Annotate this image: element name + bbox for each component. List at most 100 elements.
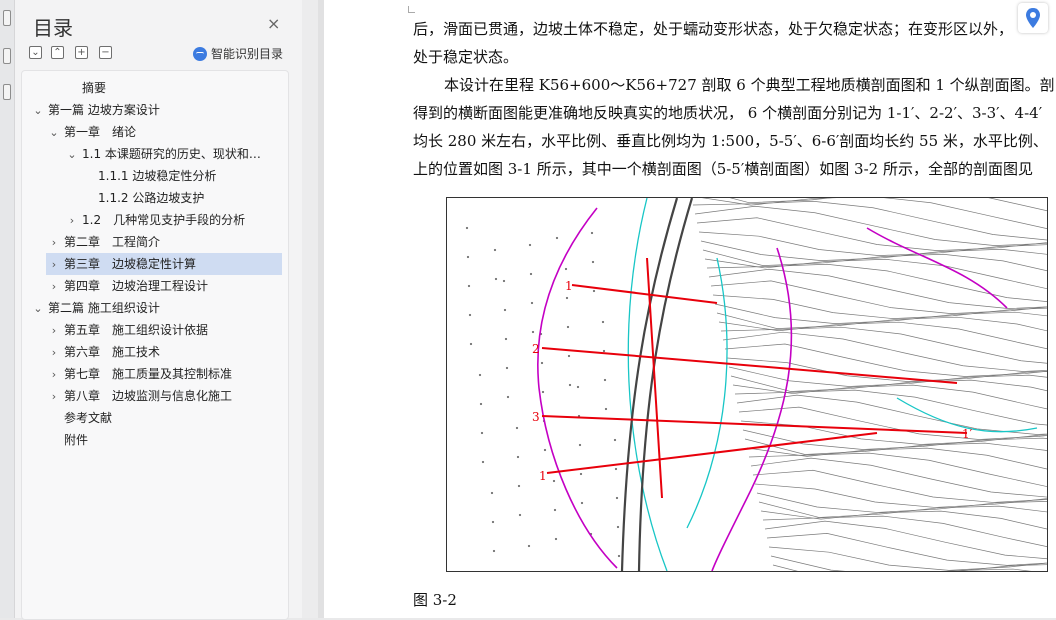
contour-line (742, 429, 1047, 450)
chevron-icon[interactable]: › (48, 386, 60, 407)
terrain-dot (616, 525, 620, 529)
terrain-dot (517, 484, 521, 488)
chevron-icon[interactable]: › (48, 276, 60, 297)
toc-item-label: 1.1 本课题研究的历史、现状和发 ... (82, 147, 272, 161)
terrain-dot (603, 378, 607, 382)
toc-item[interactable]: 1.1.2 公路边坡支护 (82, 187, 272, 209)
toc-item[interactable]: › 第七章 施工质量及其控制标准 (48, 363, 272, 385)
terrain-dot (502, 279, 506, 283)
magenta-boundary (537, 207, 1008, 571)
chevron-icon[interactable]: ⌄ (48, 122, 60, 143)
toc-scrollbar[interactable] (302, 0, 318, 618)
terrain-dot (592, 289, 596, 293)
chevron-icon[interactable]: › (48, 254, 60, 275)
collapse-all-button[interactable]: ⌄ (29, 46, 42, 59)
contour-line (766, 533, 1047, 566)
chevron-icon[interactable]: › (48, 342, 60, 363)
terrain-dot (604, 407, 608, 411)
contour-line (694, 205, 1047, 246)
contour-line (760, 510, 1047, 530)
contour-line (714, 303, 1047, 324)
doc-line-4: 得到的横断面图能更准确地反映真实的地质状况， 6 个横剖面分别记为 1-1′、2… (413, 104, 1043, 122)
toc-item[interactable]: 1.1.1 边坡稳定性分析 (82, 165, 272, 187)
map-pin-button[interactable] (1018, 3, 1048, 33)
chevron-icon[interactable]: ⌄ (66, 144, 78, 165)
close-icon[interactable]: × (267, 14, 280, 33)
contour-line (710, 280, 1047, 314)
contour-line (770, 555, 1047, 571)
section-label-1a: 1 (565, 279, 573, 293)
terrain-dot (518, 513, 522, 517)
toc-item[interactable]: › 第二章 工程简介 (48, 231, 272, 253)
toc-list: 摘要 ⌄ 第一篇 边坡方案设计 ⌄ 第一章 绪论 ⌄ 1.1 本课题研究的历史、现状和发 .… (21, 70, 289, 620)
figure-caption: 图 3-2 (413, 591, 457, 609)
toc-item[interactable]: 附件 (48, 429, 272, 451)
strip-page-icon[interactable] (3, 48, 11, 64)
terrain-dot (468, 313, 472, 317)
chevron-icon[interactable]: › (48, 232, 60, 253)
toc-item-label: 第三章 边坡稳定性计算 (64, 257, 197, 271)
terrain-dot (467, 284, 471, 288)
terrain-dot (466, 255, 470, 259)
figure-drawing: 2 3 1 1 1′ (465, 198, 1047, 571)
contour-line (718, 321, 1047, 350)
toc-item-label: 1.1.2 公路边坡支护 (98, 191, 205, 205)
toc-item-label: 第五章 施工组织设计依据 (64, 323, 209, 337)
toc-item-label: 第七章 施工质量及其控制标准 (64, 367, 233, 381)
strip-page-icon-2[interactable] (3, 84, 11, 100)
map-pin-icon (1026, 8, 1040, 28)
contour-line (756, 492, 1047, 513)
contour-line (762, 515, 1047, 548)
contour-line (708, 268, 1047, 309)
toc-item[interactable]: › 第三章 边坡稳定性计算 (46, 253, 282, 275)
expand-up-button[interactable]: ⌃ (51, 46, 64, 59)
terrain-dot (567, 354, 571, 358)
chevron-icon[interactable]: › (48, 320, 60, 341)
contour-lines (465, 198, 1047, 571)
terrain-dot (503, 308, 507, 312)
toc-item[interactable]: ⌄ 第一章 绪论 (48, 121, 272, 143)
toc-item[interactable]: ⌄ 1.1 本课题研究的历史、现状和发 ... (66, 143, 272, 165)
terrain-dot (555, 236, 559, 240)
toc-item[interactable]: › 第五章 施工组织设计依据 (48, 319, 272, 341)
toc-item[interactable]: › 第六章 施工技术 (48, 341, 272, 363)
road-alignment (620, 198, 694, 571)
strip-handle-icon[interactable] (3, 10, 11, 26)
toc-item-label: 摘要 (82, 81, 107, 95)
terrain-dot (553, 508, 557, 512)
terrain-dot (617, 554, 621, 558)
section-label-3: 3 (532, 410, 540, 424)
terrain-dot (566, 325, 570, 329)
smart-toc-button[interactable]: 智能识别目录 (193, 45, 283, 62)
toc-item-label: 第四章 边坡治理工程设计 (64, 279, 209, 293)
section-label-1: 1 (539, 469, 547, 483)
toc-item[interactable]: › 第四章 边坡治理工程设计 (48, 275, 272, 297)
toc-item-label: 第二篇 施工组织设计 (48, 301, 160, 315)
terrain-dot (505, 366, 509, 370)
toc-item[interactable]: › 1.2 几种常见支护手段的分析 (66, 209, 272, 231)
toc-item[interactable]: › 第八章 边坡监测与信息化施工 (48, 385, 272, 407)
toc-item[interactable]: 摘要 (66, 77, 272, 99)
toc-item-label: 第二章 工程简介 (64, 235, 161, 249)
toc-item[interactable]: ⌄ 第一篇 边坡方案设计 (32, 99, 272, 121)
chevron-icon[interactable]: › (66, 210, 78, 231)
add-heading-button[interactable]: + (75, 46, 88, 59)
terrain-dot (528, 243, 532, 247)
doc-line-3: 本设计在里程 K56+600～K56+727 剖取 6 个典型工程地质横剖面图和… (444, 76, 1055, 94)
toc-item-label: 1.1.1 边坡稳定性分析 (98, 169, 217, 183)
toc-item[interactable]: 参考文献 (48, 407, 272, 429)
terrain-dot (543, 448, 547, 452)
doc-line-1: 后，滑面已贯通，边坡土体不稳定，处于蠕动变形状态，处于欠稳定状态；在变形区以外， (413, 20, 1014, 38)
contour-line (752, 469, 1047, 503)
chevron-icon[interactable]: › (48, 364, 60, 385)
remove-heading-button[interactable]: − (99, 46, 112, 59)
toc-item[interactable]: ⌄ 第二篇 施工组织设计 (32, 297, 272, 319)
terrain-dot (590, 231, 594, 235)
toc-item-label: 第一章 绪论 (64, 125, 137, 139)
toc-item-label: 第六章 施工技术 (64, 345, 161, 359)
chevron-icon[interactable]: ⌄ (32, 298, 44, 319)
chevron-icon[interactable]: ⌄ (32, 100, 44, 121)
toc-item-label: 第一篇 边坡方案设计 (48, 103, 160, 117)
terrain-dot (601, 320, 605, 324)
terrain-dot (531, 330, 535, 334)
